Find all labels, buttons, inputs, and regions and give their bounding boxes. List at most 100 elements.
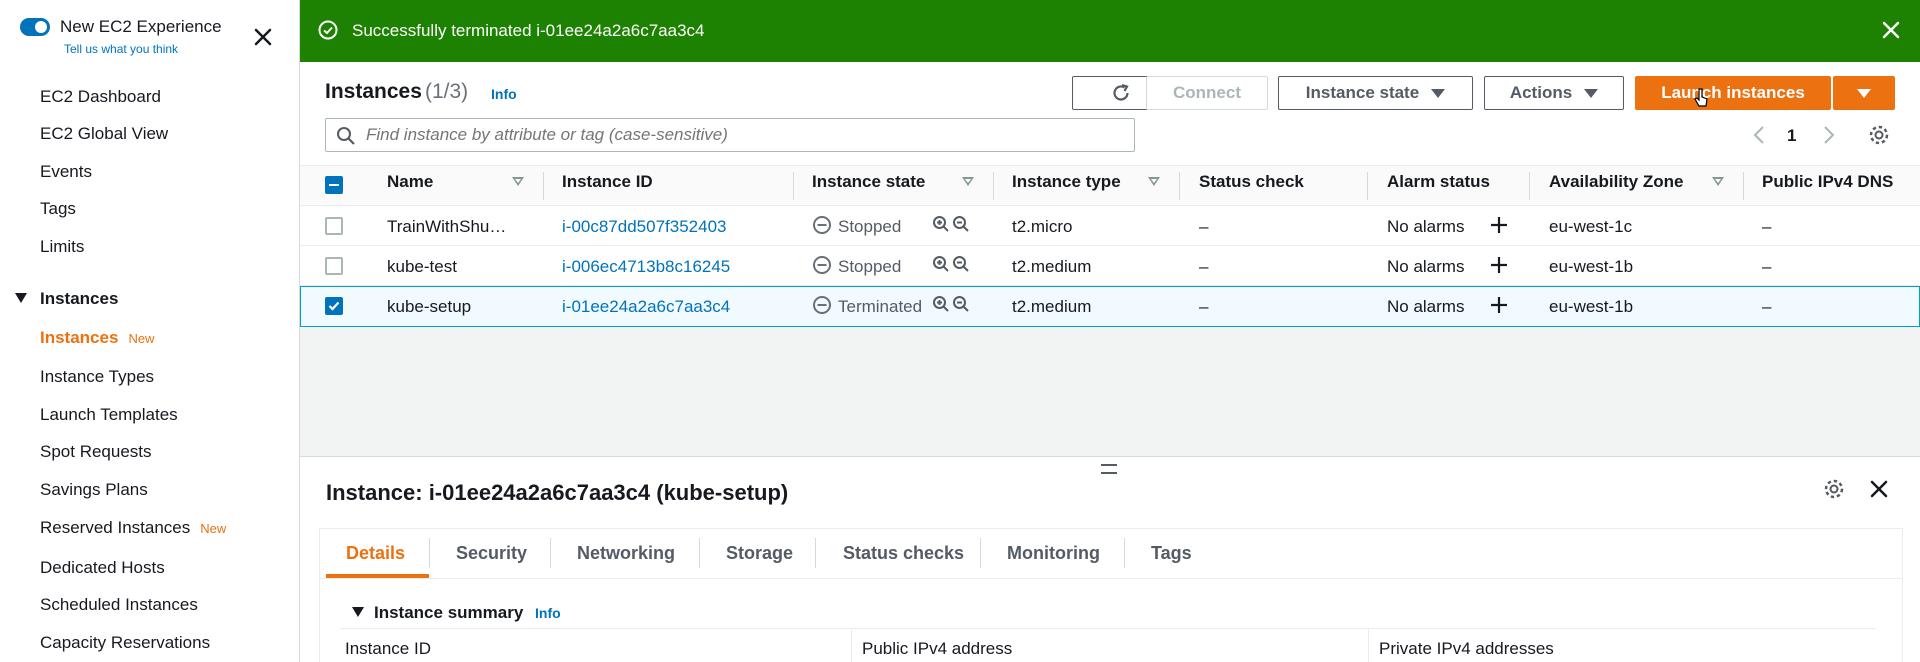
sort-icon[interactable] [1712, 177, 1724, 186]
field-instance-id: Instance ID [345, 639, 431, 658]
search-field[interactable] [325, 118, 1135, 152]
instance-type: t2.medium [1012, 297, 1092, 316]
feedback-link[interactable]: Tell us what you think [64, 42, 178, 56]
column-availability-zone[interactable]: Availability Zone [1549, 172, 1683, 192]
tab-status-checks[interactable]: Status checks [843, 543, 964, 564]
details-container [319, 528, 1903, 662]
stopped-icon [812, 255, 832, 275]
tab-divider [699, 538, 700, 568]
zoom-out-icon[interactable] [952, 295, 970, 313]
sidebar-item-spot-requests[interactable]: Spot Requests [40, 442, 152, 462]
instance-id-link[interactable]: i-01ee24a2a6c7aa3c4 [562, 297, 730, 317]
tab-security[interactable]: Security [456, 543, 527, 564]
column-status-check[interactable]: Status check [1199, 172, 1304, 192]
row-checkbox[interactable] [325, 297, 343, 315]
active-tab-indicator [326, 574, 429, 578]
sidebar-item-capacity-reservations[interactable]: Capacity Reservations [40, 633, 210, 653]
sidebar-item-label: Reserved Instances [40, 518, 191, 537]
tab-details[interactable]: Details [346, 543, 405, 564]
search-input[interactable] [366, 123, 1126, 147]
zoom-out-icon[interactable] [952, 215, 970, 233]
connect-button[interactable]: Connect [1146, 76, 1268, 110]
instance-state: Stopped [838, 257, 902, 276]
new-badge: New [200, 521, 227, 536]
zoom-in-icon[interactable] [932, 215, 950, 233]
add-alarm-icon[interactable] [1489, 255, 1509, 275]
sidebar-item-tags[interactable]: Tags [40, 199, 76, 219]
column-name[interactable]: Name [387, 172, 433, 192]
sort-icon[interactable] [512, 177, 524, 186]
availability-zone: eu-west-1b [1549, 297, 1634, 316]
info-link[interactable]: Info [535, 605, 561, 621]
tab-networking[interactable]: Networking [577, 543, 675, 564]
resize-handle-icon[interactable] [1101, 464, 1117, 474]
close-icon[interactable] [253, 27, 273, 47]
instance-id-link[interactable]: i-006ec4713b8c16245 [562, 257, 730, 277]
caret-down-icon[interactable] [15, 293, 27, 303]
sidebar-section-instances[interactable]: Instances [40, 289, 118, 309]
column-instance-id[interactable]: Instance ID [562, 172, 653, 192]
launch-dropdown-button[interactable] [1833, 76, 1895, 110]
instance-type: t2.medium [1012, 257, 1092, 276]
flash-message: Successfully terminated i-01ee24a2a6c7aa… [352, 21, 705, 40]
add-alarm-icon[interactable] [1489, 295, 1509, 315]
page-number[interactable]: 1 [1787, 126, 1796, 146]
add-alarm-icon[interactable] [1489, 215, 1509, 235]
table-row[interactable]: TrainWithShu… i-00c87dd507f352403 Stoppe… [300, 206, 1920, 246]
sidebar-item-dedicated-hosts[interactable]: Dedicated Hosts [40, 558, 165, 578]
tab-tags[interactable]: Tags [1151, 543, 1192, 564]
sidebar-item-ec2-dashboard[interactable]: EC2 Dashboard [40, 87, 161, 107]
column-instance-state[interactable]: Instance state [812, 172, 925, 192]
info-link[interactable]: Info [491, 86, 517, 102]
caret-down-icon [1857, 88, 1871, 98]
column-public-ipv4-dns[interactable]: Public IPv4 DNS [1762, 172, 1893, 192]
actions-button[interactable]: Actions [1484, 76, 1624, 110]
instance-state-button[interactable]: Instance state [1278, 76, 1473, 110]
sidebar-item-scheduled-instances[interactable]: Scheduled Instances [40, 595, 198, 615]
public-dns: – [1762, 217, 1772, 236]
zoom-out-icon[interactable] [952, 255, 970, 273]
gear-icon[interactable] [1868, 124, 1890, 146]
select-all-checkbox[interactable] [325, 176, 343, 194]
sidebar-item-limits[interactable]: Limits [40, 237, 84, 257]
column-divider [1368, 628, 1369, 662]
stopped-icon [812, 215, 832, 235]
instance-name: TrainWithShu… [387, 217, 507, 236]
sidebar-item-instances[interactable]: Instances New [40, 328, 154, 348]
launch-instances-button[interactable]: Launch instances [1635, 76, 1831, 110]
public-dns: – [1762, 257, 1772, 276]
success-flashbar: Successfully terminated i-01ee24a2a6c7aa… [300, 0, 1920, 62]
caret-down-icon[interactable] [352, 607, 364, 617]
sidebar-item-launch-templates[interactable]: Launch Templates [40, 405, 178, 425]
chevron-left-icon[interactable] [1753, 126, 1765, 144]
sidebar-item-savings-plans[interactable]: Savings Plans [40, 480, 148, 500]
sidebar-item-instance-types[interactable]: Instance Types [40, 367, 154, 387]
row-checkbox[interactable] [325, 257, 343, 275]
close-icon[interactable] [1882, 21, 1900, 39]
new-badge: New [128, 331, 155, 346]
alarm-status: No alarms [1387, 217, 1465, 236]
status-check: – [1199, 257, 1209, 276]
zoom-in-icon[interactable] [932, 295, 950, 313]
new-experience-toggle[interactable] [20, 18, 50, 36]
tab-storage[interactable]: Storage [726, 543, 793, 564]
tab-divider [550, 538, 551, 568]
column-alarm-status[interactable]: Alarm status [1387, 172, 1490, 192]
search-icon [336, 126, 356, 146]
sidebar-item-reserved-instances[interactable]: Reserved Instances New [40, 518, 226, 538]
tab-monitoring[interactable]: Monitoring [1007, 543, 1100, 564]
gear-icon[interactable] [1823, 478, 1845, 500]
column-instance-type[interactable]: Instance type [1012, 172, 1121, 192]
chevron-right-icon[interactable] [1823, 126, 1835, 144]
close-icon[interactable] [1870, 480, 1888, 498]
instance-id-link[interactable]: i-00c87dd507f352403 [562, 217, 726, 237]
zoom-in-icon[interactable] [932, 255, 950, 273]
sort-icon[interactable] [962, 177, 974, 186]
table-row-selected[interactable]: kube-setup i-01ee24a2a6c7aa3c4 Terminate… [300, 286, 1920, 327]
sidebar-item-events[interactable]: Events [40, 162, 92, 182]
sidebar-item-ec2-global-view[interactable]: EC2 Global View [40, 124, 168, 144]
sort-icon[interactable] [1148, 177, 1160, 186]
row-checkbox[interactable] [325, 217, 343, 235]
instance-summary-heading[interactable]: Instance summary [374, 603, 523, 623]
table-row[interactable]: kube-test i-006ec4713b8c16245 Stopped t2… [300, 246, 1920, 286]
